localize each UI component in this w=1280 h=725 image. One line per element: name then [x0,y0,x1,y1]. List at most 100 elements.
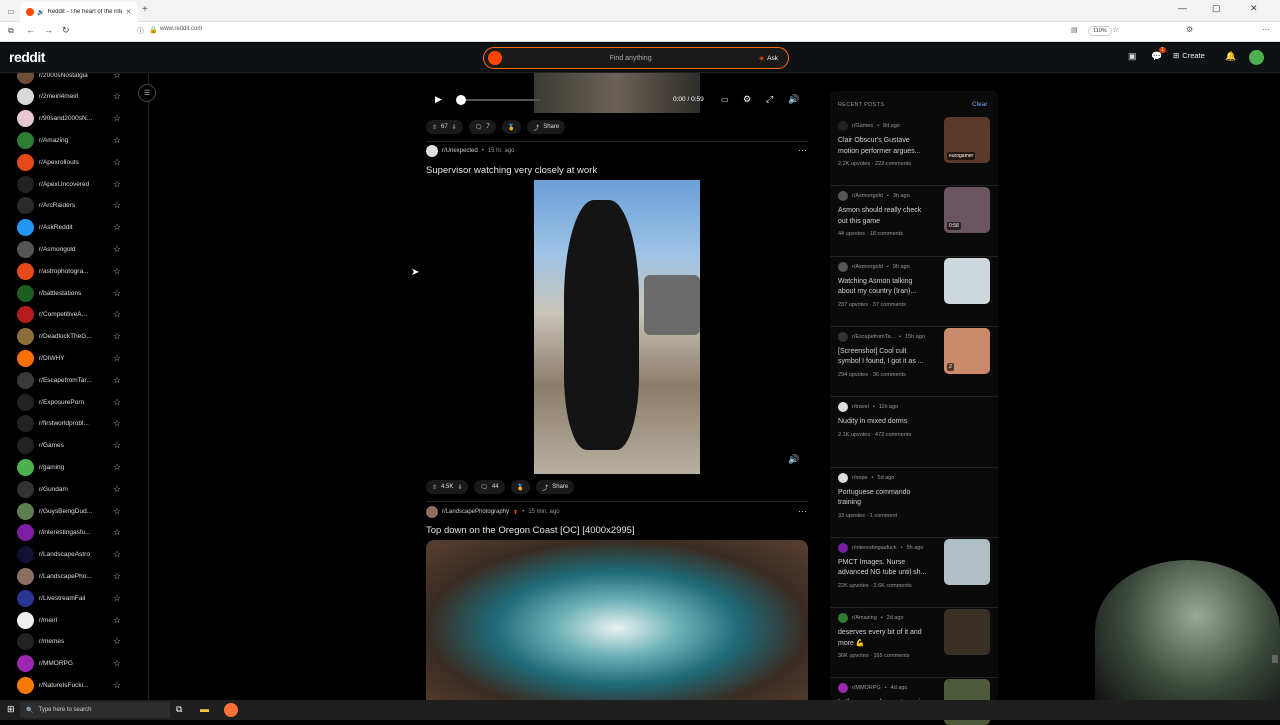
taskbar-search-input[interactable]: Type here to search [38,707,91,713]
sidebar-community-item[interactable]: r/LandscapePho... ☆ [17,566,121,586]
favorite-star-icon[interactable]: ☆ [113,571,121,582]
favorite-star-icon[interactable]: ☆ [113,309,121,320]
windows-start-icon[interactable]: ⊞ [7,704,15,715]
forward-icon[interactable]: → [44,25,53,35]
favorite-star-icon[interactable]: ☆ [113,462,121,473]
share-button[interactable]: ⤴ Share [536,480,575,494]
recent-post-item[interactable]: r/EscapefromTa... • 15h ago [Screenshot] Co… [838,327,990,378]
post-title[interactable]: Top down on the Oregon Coast [OC] [4000x… [426,525,635,536]
zoom-level[interactable]: 110% [1088,26,1112,36]
collapse-sidebar-button[interactable]: ☰ [138,84,156,102]
recent-post-thumbnail[interactable]: 0:58 [944,187,990,234]
sidebar-community-item[interactable]: r/90sand2000sN... ☆ [17,109,121,129]
volume-icon[interactable]: 🔊 [788,94,799,105]
favorite-star-icon[interactable]: ☆ [113,527,121,538]
advertise-icon[interactable]: ▣ [1128,51,1137,62]
favorite-star-icon[interactable]: ☆ [113,73,121,81]
favorite-star-icon[interactable]: ☆ [113,658,121,669]
favorite-star-icon[interactable]: ☆ [113,636,121,647]
favorite-star-icon[interactable]: ☆ [113,418,121,429]
browser-tab[interactable]: 🔊 Reddit - The heart of the internet ✕ [20,2,138,22]
comments-button[interactable]: 🗨 7 [468,120,496,134]
sidebar-community-item[interactable]: r/CompetitiveA... ☆ [17,305,121,325]
reader-view-icon[interactable]: ▤ [1071,26,1078,34]
recent-post-title[interactable]: [Screenshot] Cool cult symbol I found, I… [838,347,930,368]
sidebar-community-item[interactable]: r/NatureIsFucki... ☆ [17,675,121,695]
task-view-icon[interactable]: ⧉ [176,704,182,715]
sidebar-community-item[interactable]: r/2meirl4meirl ☆ [17,87,121,107]
recent-post-item[interactable]: r/Asmongold • 3h ago Asmon should really ch… [838,187,990,237]
ask-button[interactable]: ◈ Ask [759,54,778,63]
sidebar-community-item[interactable]: r/Apexrollouts ☆ [17,152,121,172]
award-button[interactable]: 🏅 [501,120,522,134]
favorite-star-icon[interactable]: ☆ [113,331,121,342]
favorite-star-icon[interactable]: ☆ [113,353,121,364]
sidebar-community-item[interactable]: r/GuysBeingDud... ☆ [17,501,121,521]
sidebar-community-item[interactable]: r/astrophotogra... ☆ [17,261,121,281]
create-button[interactable]: ⊞ Create [1173,51,1205,60]
sidebar-community-item[interactable]: r/ApexUncovered ☆ [17,174,121,194]
favorite-star-icon[interactable]: ☆ [113,680,121,691]
recent-post-thumbnail[interactable] [944,257,990,304]
sidebar-community-item[interactable]: r/EscapefromTar... ☆ [17,370,121,390]
subreddit-name[interactable]: r/LandscapePhotography [442,509,509,515]
page-scrollbar[interactable] [1272,655,1278,663]
sidebar-community-item[interactable]: r/gaming ☆ [17,457,121,477]
recent-post-thumbnail[interactable] [944,609,990,656]
subreddit-avatar[interactable] [426,506,438,518]
favorite-star-icon[interactable]: ☆ [113,615,121,626]
mute-icon[interactable]: 🔊 [788,454,799,465]
recent-post-title[interactable]: deserves every bit of it and more 💪 [838,628,930,649]
maximize-icon[interactable]: ▢ [1212,3,1221,14]
favorite-star-icon[interactable]: ☆ [113,506,121,517]
comments-button[interactable]: 🗨 44 [474,480,505,494]
recent-post-item[interactable]: r/travel • 11h ago Nudity in mixed dorms 2.1… [838,402,990,438]
address-bar[interactable]: www.reddit.com [160,26,202,32]
extensions-icon[interactable]: ⚙ [1186,25,1193,34]
favorite-star-icon[interactable]: ☆ [113,266,121,277]
profile-icon[interactable]: ⋯ [1262,25,1270,34]
vote-pill[interactable]: ⇧ 4.5K ⇩ [426,480,469,494]
recent-post-item[interactable]: r/Amazing • 2d ago deserves every bit of it… [838,609,990,659]
info-icon[interactable]: ⓘ [137,26,144,36]
play-icon[interactable]: ▶ [435,94,442,105]
sidebar-community-item[interactable]: r/firstworldprobl... ☆ [17,414,121,434]
recent-post-item[interactable]: r/Games • 8d ago Clair Obscur's Gustave mot… [838,117,990,167]
favorite-star-icon[interactable]: ☆ [113,244,121,255]
search-input[interactable]: Find anything [502,55,759,62]
share-button[interactable]: ⤴ Share [527,120,566,134]
sidebar-community-item[interactable]: r/Gundam ☆ [17,479,121,499]
downvote-icon[interactable]: ⇩ [452,124,457,131]
favorite-star-icon[interactable]: ☆ [113,157,121,168]
sidebar-community-item[interactable]: r/memes ☆ [17,632,121,652]
favorite-star-icon[interactable]: ☆ [113,593,121,604]
favorite-star-icon[interactable]: ☆ [113,549,121,560]
sidebar-community-item[interactable]: r/MMORPG ☆ [17,654,121,674]
recent-post-title[interactable]: Clair Obscur's Gustave motion performer … [838,136,930,157]
minimize-icon[interactable]: — [1178,3,1187,13]
taskbar-search[interactable]: 🔍 Type here to search [20,702,170,718]
video-scrubber[interactable] [456,95,466,105]
captions-icon[interactable]: ▭ [721,95,729,104]
sidebar-community-item[interactable]: r/AskReddit ☆ [17,218,121,238]
vote-pill[interactable]: ⇧ 67 ⇩ [426,120,463,134]
favorite-star-icon[interactable]: ☆ [113,440,121,451]
favorite-star-icon[interactable]: ☆ [113,200,121,211]
close-window-icon[interactable]: ✕ [1250,3,1258,14]
sidebar-community-item[interactable]: r/LivestreamFail ☆ [17,588,121,608]
award-button[interactable]: 🏅 [510,480,531,494]
clear-recent-button[interactable]: Clear [972,101,988,108]
subreddit-name[interactable]: r/Unexpected [442,148,478,154]
sidebar-community-item[interactable]: r/meirl ☆ [17,610,121,630]
recent-post-title[interactable]: Asmon should really check out this game [838,206,930,227]
sidebar-community-item[interactable]: r/battlestations ☆ [17,283,121,303]
reddit-logo[interactable]: reddit [9,49,45,65]
subreddit-avatar[interactable] [426,145,438,157]
recent-post-title[interactable]: Watching Asmon talking about my country … [838,277,930,298]
recent-post-item[interactable]: r/Asmongold • 9h ago Watching Asmon talking… [838,257,990,308]
sidebar-community-item[interactable]: r/ArcRaiders ☆ [17,196,121,216]
favorite-star-icon[interactable]: ☆ [113,91,121,102]
sidebar-community-item[interactable]: r/2000sNostalgia ☆ [17,73,121,85]
upvote-icon[interactable]: ⇧ [432,124,437,131]
post-image[interactable] [426,540,808,700]
